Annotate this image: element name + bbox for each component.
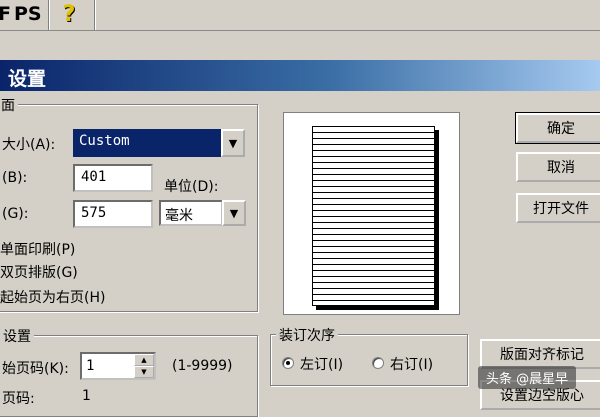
dialog-title: 设置 xyxy=(8,68,47,90)
paper-size-label: 大小(A): xyxy=(2,137,56,153)
paper-group-label: 面 xyxy=(0,95,18,115)
start-page-range: (1-9999) xyxy=(172,358,233,374)
start-page-label: 始页码(K): xyxy=(2,361,69,377)
binding-left-label[interactable]: 左订(I) xyxy=(300,354,343,374)
align-marks-button[interactable]: 版面对齐标记 xyxy=(480,339,600,369)
chevron-down-icon[interactable]: ▼ xyxy=(221,129,245,157)
double-page-checkbox[interactable]: 双页排版(G) xyxy=(0,262,78,282)
help-question-icon[interactable]: ? xyxy=(56,2,82,28)
start-page-stepper[interactable]: 1 ▲ ▼ xyxy=(80,352,156,380)
dialog-titlebar[interactable]: 设置 xyxy=(0,60,600,91)
toolbar-separator xyxy=(48,0,50,30)
ok-button[interactable]: 确定 xyxy=(515,112,600,144)
open-file-button[interactable]: 打开文件 xyxy=(516,193,600,223)
next-page-value: 1 xyxy=(82,388,91,404)
paper-height-field[interactable]: 575 xyxy=(73,200,153,228)
spin-arrows[interactable]: ▲ ▼ xyxy=(134,354,154,378)
watermark: 头条 @晨星早 xyxy=(478,366,577,389)
paper-height-label: (G): xyxy=(2,206,29,222)
toolbar-fragment: F xyxy=(0,3,11,25)
spin-down-icon[interactable]: ▼ xyxy=(134,366,154,378)
binding-group-label: 装订次序 xyxy=(276,325,338,345)
paper-width-field[interactable]: 401 xyxy=(73,164,153,192)
binding-left-radio[interactable] xyxy=(282,357,294,369)
toolbar-ps-button[interactable]: PS xyxy=(14,3,42,25)
unit-label: 单位(D): xyxy=(164,179,219,195)
start-right-checkbox[interactable]: 起始页为右页(H) xyxy=(0,287,105,307)
unit-select[interactable]: 毫米 xyxy=(159,200,223,226)
page-preview-sheet xyxy=(312,126,435,306)
toolbar: F PS ? xyxy=(0,0,600,31)
paper-width-label: (B): xyxy=(2,170,28,186)
next-page-label: 页码: xyxy=(2,391,35,407)
start-page-value[interactable]: 1 xyxy=(86,358,94,374)
cancel-button[interactable]: 取消 xyxy=(516,152,600,182)
binding-right-radio[interactable] xyxy=(372,357,384,369)
workspace-gap xyxy=(0,31,600,60)
page-settings-group-label: 设置 xyxy=(0,326,34,346)
spin-up-icon[interactable]: ▲ xyxy=(134,354,154,366)
paper-size-select[interactable]: Custom xyxy=(73,129,221,157)
single-side-checkbox[interactable]: 单面印刷(P) xyxy=(0,239,75,259)
binding-right-label[interactable]: 右订(I) xyxy=(390,354,433,374)
toolbar-separator xyxy=(94,0,96,30)
chevron-down-icon[interactable]: ▼ xyxy=(222,200,246,226)
